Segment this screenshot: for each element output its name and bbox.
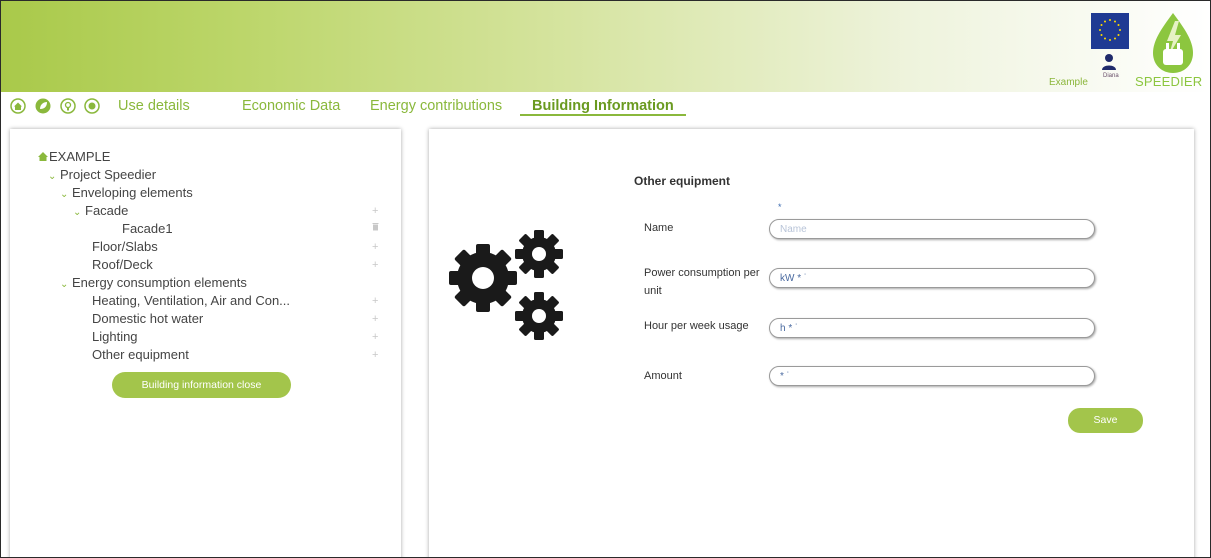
- user-name: Diana: [1103, 73, 1119, 79]
- add-icon[interactable]: +: [372, 241, 378, 253]
- add-icon[interactable]: +: [372, 331, 378, 343]
- app-window: Diana Example SPEEDIER Use details Econo…: [0, 0, 1211, 558]
- tree-item-project[interactable]: ⌄ Project Speedier: [48, 167, 156, 185]
- tree-item-label: Floor/Slabs: [92, 239, 158, 254]
- amount-label: Amount: [644, 370, 682, 382]
- building-tree-panel: EXAMPLE ⌄ Project Speedier ⌄ Enveloping el…: [10, 129, 401, 557]
- hours-per-week-label: Hour per week usage: [644, 320, 749, 332]
- tree-item-lighting[interactable]: Lighting: [92, 329, 138, 345]
- tree-item-hvac[interactable]: Heating, Ventilation, Air and Con...: [92, 293, 290, 309]
- name-input[interactable]: [769, 219, 1095, 239]
- required-mark: *: [778, 202, 782, 212]
- gears-icon: [447, 226, 571, 346]
- add-icon[interactable]: +: [372, 205, 378, 217]
- tree-item-label: Enveloping elements: [72, 185, 193, 200]
- save-button[interactable]: Save: [1068, 408, 1143, 433]
- tree-item-label: Project Speedier: [60, 167, 157, 182]
- power-icon[interactable]: [84, 98, 100, 114]
- tree-item-facade[interactable]: ⌄ Facade: [73, 203, 128, 221]
- home-icon[interactable]: [10, 98, 26, 114]
- power-consumption-label: Power consumption per unit: [644, 267, 760, 297]
- name-label: Name: [644, 222, 674, 234]
- chevron-down-icon: ⌄: [60, 279, 69, 290]
- tree-item-enveloping[interactable]: ⌄ Enveloping elements: [60, 185, 193, 203]
- tree-item-label: Facade1: [122, 221, 173, 236]
- main-nav: Use details Economic Data Energy contrib…: [1, 96, 1210, 122]
- power-consumption-input[interactable]: [769, 268, 1095, 288]
- nav-energy-contributions[interactable]: Energy contributions: [370, 98, 502, 114]
- trash-icon[interactable]: [372, 222, 379, 234]
- tree-root[interactable]: EXAMPLE: [37, 149, 110, 165]
- tree-item-energy[interactable]: ⌄ Energy consumption elements: [60, 275, 247, 293]
- tree-item-label: Domestic hot water: [92, 311, 204, 326]
- hours-per-week-input[interactable]: [769, 318, 1095, 338]
- add-icon[interactable]: +: [372, 349, 378, 361]
- chevron-down-icon: ⌄: [73, 207, 82, 218]
- tree-item-label: Facade: [85, 203, 129, 218]
- tree-item-floor[interactable]: Floor/Slabs: [92, 239, 158, 255]
- header-banner: Diana Example SPEEDIER: [1, 1, 1210, 92]
- tree-item-label: Roof/Deck: [92, 257, 153, 272]
- amount-input[interactable]: [769, 366, 1095, 386]
- add-icon[interactable]: +: [372, 259, 378, 271]
- project-label[interactable]: Example: [1049, 77, 1088, 88]
- lightbulb-icon[interactable]: [60, 98, 76, 114]
- building-info-close-button[interactable]: Building information close: [112, 372, 291, 398]
- home-icon: [38, 152, 48, 161]
- nav-use-details[interactable]: Use details: [118, 98, 190, 114]
- tree-item-label: Energy consumption elements: [72, 275, 247, 290]
- tree-item-roof[interactable]: Roof/Deck: [92, 257, 153, 273]
- add-icon[interactable]: +: [372, 313, 378, 325]
- speedier-logo-icon: [1151, 11, 1195, 75]
- form-title: Other equipment: [634, 174, 731, 188]
- nav-building-information[interactable]: Building Information: [520, 98, 686, 116]
- tree-item-label: Other equipment: [92, 347, 189, 362]
- chevron-down-icon: ⌄: [60, 189, 69, 200]
- tree-item-label: Heating, Ventilation, Air and Con...: [92, 293, 291, 308]
- user-avatar-icon[interactable]: [1101, 53, 1117, 71]
- tree-item-label: Lighting: [92, 329, 138, 344]
- eu-flag-logo: [1091, 13, 1129, 49]
- add-icon[interactable]: +: [372, 295, 378, 307]
- tree-item-facade1[interactable]: Facade1: [122, 221, 173, 237]
- tree-root-label: EXAMPLE: [49, 149, 111, 164]
- nav-economic-data[interactable]: Economic Data: [242, 98, 340, 114]
- brand-name: SPEEDIER: [1135, 74, 1203, 89]
- tree-item-dhw[interactable]: Domestic hot water: [92, 311, 203, 327]
- leaf-icon[interactable]: [35, 98, 51, 114]
- chevron-down-icon: ⌄: [48, 171, 57, 182]
- tree-item-other-equipment[interactable]: Other equipment: [92, 347, 189, 363]
